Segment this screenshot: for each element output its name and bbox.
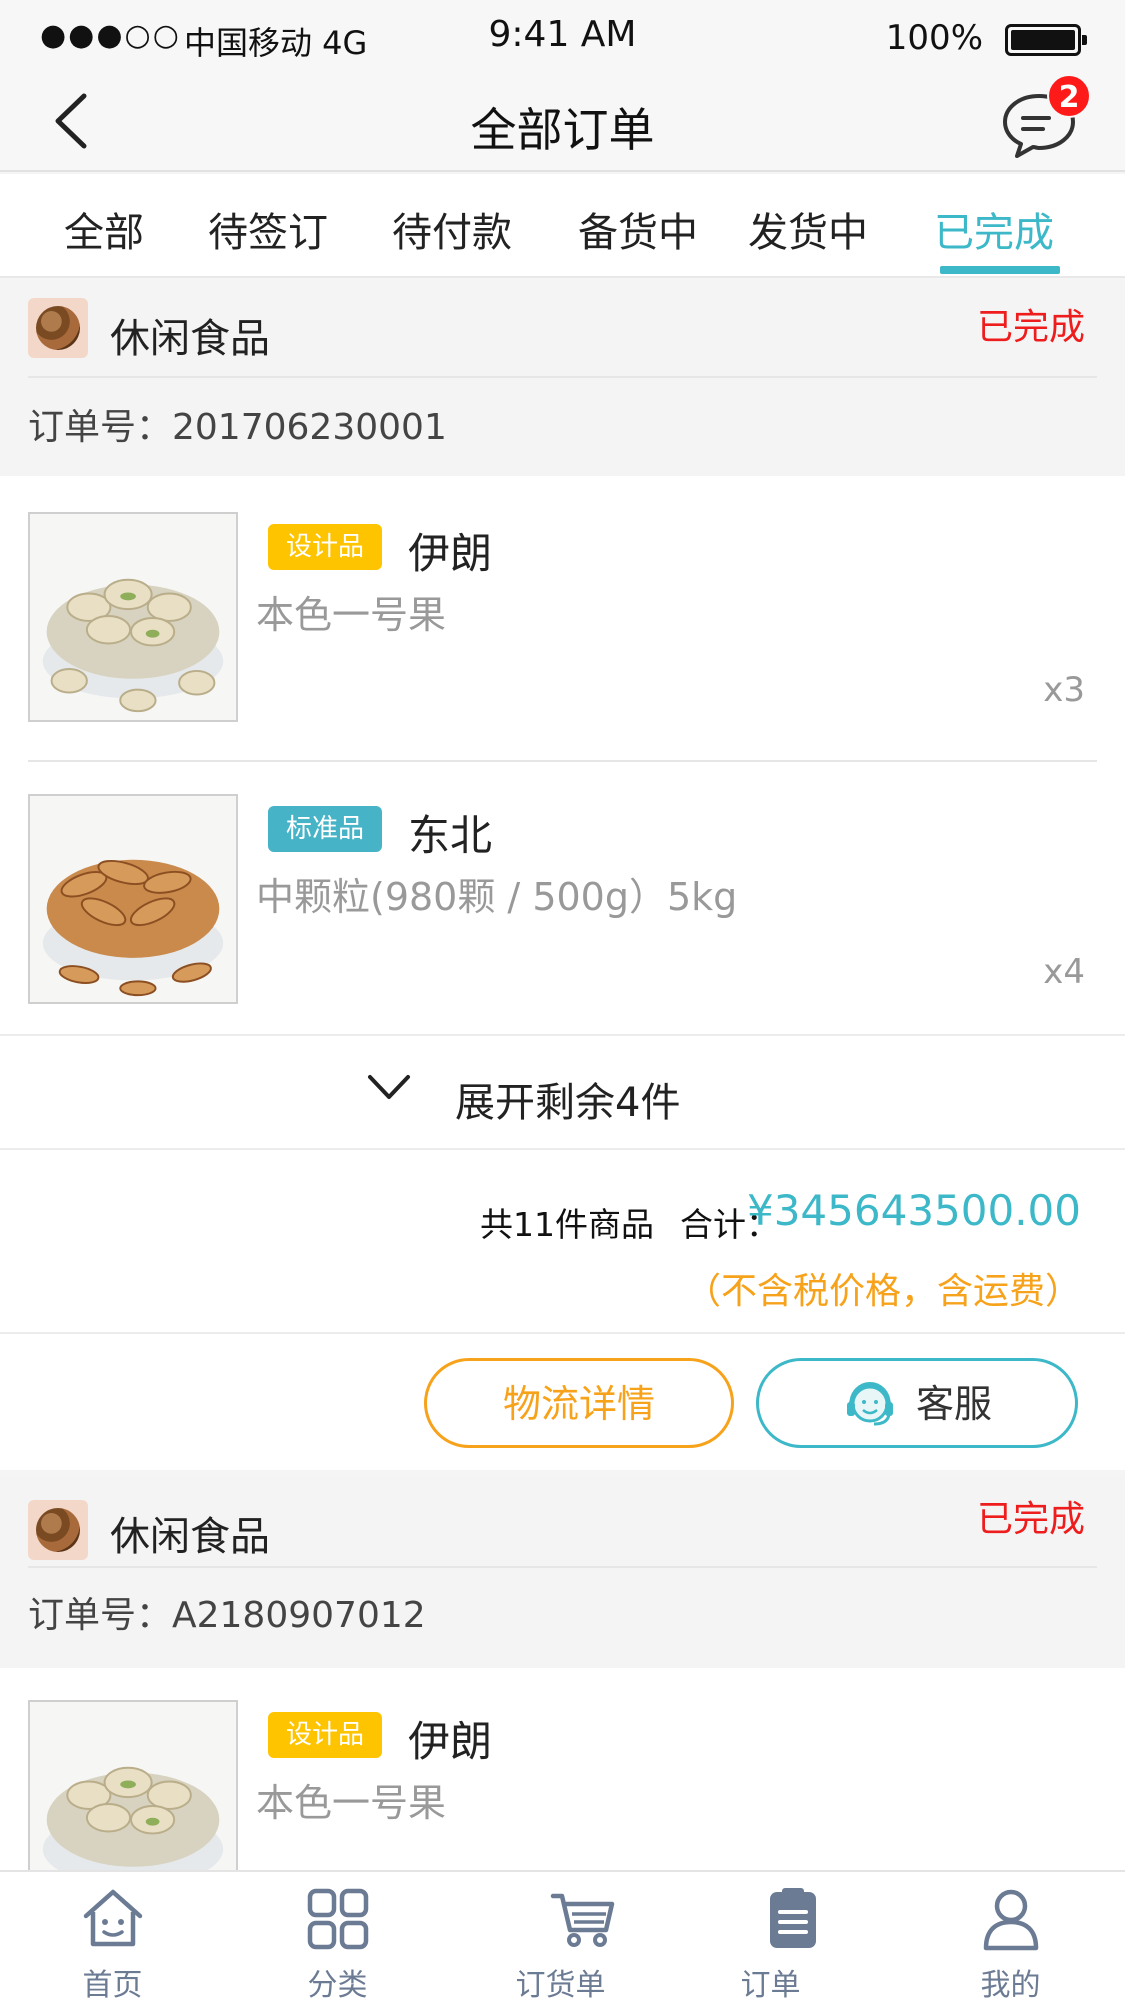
product-name: 伊朗 xyxy=(408,1717,493,1766)
product-name: 伊朗 xyxy=(408,529,493,578)
home-icon xyxy=(83,1889,143,1947)
tab-completed[interactable]: 已完成 xyxy=(934,200,1054,258)
tabbar-label: 我的 xyxy=(980,1968,1041,2003)
cart-icon xyxy=(550,1893,615,1947)
shop-name[interactable]: 休闲食品 xyxy=(110,1504,270,1562)
product-image xyxy=(28,512,238,722)
order-summary: 共11件商品 合计： ¥345643500.00 （不含税价格，含运费） xyxy=(0,1148,1125,1332)
list-item[interactable]: 标准品 东北 中颗粒(980颗 / 500g）5kg x4 xyxy=(0,794,1125,1004)
customer-service-button[interactable]: 客服 xyxy=(756,1358,1078,1448)
product-spec: 中颗粒(980颗 / 500g）5kg xyxy=(256,875,738,919)
tab-pending-sign[interactable]: 待签订 xyxy=(208,200,328,258)
divider xyxy=(28,376,1097,378)
product-tag: 设计品 xyxy=(268,524,383,570)
product-tag: 设计品 xyxy=(268,1712,383,1758)
price-note: （不含税价格，含运费） xyxy=(684,1271,1081,1312)
tabbar-label: 首页 xyxy=(82,1968,143,2003)
tabbar-label: 订单 xyxy=(740,1968,801,2003)
product-image xyxy=(28,1700,238,1870)
list-item[interactable]: 设计品 伊朗 本色一号果 xyxy=(0,1700,1125,1870)
tabbar-label: 分类 xyxy=(307,1968,368,2003)
product-name: 东北 xyxy=(408,811,493,860)
order-number: 订单号：A2180907012 xyxy=(28,1595,426,1636)
tab-pending-payment[interactable]: 待付款 xyxy=(392,200,512,258)
customer-service-label: 客服 xyxy=(915,1382,992,1426)
headset-icon xyxy=(846,1381,893,1425)
list-item[interactable]: 设计品 伊朗 本色一号果 x3 xyxy=(0,512,1125,722)
tabbar-item-profile[interactable]: 我的 xyxy=(898,1872,1123,2004)
user-icon xyxy=(983,1889,1039,1951)
order-total: ¥345643500.00 xyxy=(746,1186,1081,1235)
order-number: 订单号：201706230001 xyxy=(28,407,447,448)
order-header: 休闲食品 已完成 订单号：201706230001 xyxy=(0,280,1125,476)
divider xyxy=(28,1566,1097,1568)
message-badge: 2 xyxy=(1047,74,1091,118)
expand-label: 展开剩余4件 xyxy=(455,1080,681,1126)
category-icon xyxy=(307,1888,369,1950)
expand-remaining-button[interactable]: 展开剩余4件 xyxy=(0,1034,1125,1150)
order-items: 设计品 伊朗 本色一号果 xyxy=(0,1668,1125,1870)
order-status: 已完成 xyxy=(976,307,1085,348)
active-tab-indicator xyxy=(940,266,1060,274)
order-status-tabs: 全部 待签订 待付款 备货中 发货中 已完成 xyxy=(0,174,1125,278)
product-image xyxy=(28,794,238,1004)
tabbar-item-orders[interactable]: 订单 xyxy=(680,1872,905,2004)
product-quantity: x4 xyxy=(1043,952,1085,992)
order-status: 已完成 xyxy=(976,1499,1085,1540)
tab-shipping[interactable]: 发货中 xyxy=(748,200,868,258)
product-spec: 本色一号果 xyxy=(256,593,447,637)
tabbar-item-home[interactable]: 首页 xyxy=(0,1872,225,2004)
logistics-button[interactable]: 物流详情 xyxy=(424,1358,734,1448)
order-header: 休闲食品 已完成 订单号：A2180907012 xyxy=(0,1476,1125,1668)
page-title: 全部订单 xyxy=(470,103,655,157)
bottom-tab-bar: 首页 分类 订货单 订单 我的 xyxy=(0,1870,1125,2004)
tab-all[interactable]: 全部 xyxy=(64,200,144,258)
order-icon xyxy=(770,1888,816,1948)
order-items: 设计品 伊朗 本色一号果 x3 标准品 东北 中颗粒(980颗 / 500g）5… xyxy=(0,476,1125,1150)
battery-icon xyxy=(1005,24,1087,56)
order-actions: 物流详情 客服 xyxy=(0,1332,1125,1470)
product-quantity: x3 xyxy=(1043,670,1085,710)
battery-percent: 100% xyxy=(885,18,983,58)
status-bar: ●●●○○ 中国移动 4G 9:41 AM 100% xyxy=(0,0,1125,72)
chevron-down-icon xyxy=(368,1075,410,1099)
tab-preparing[interactable]: 备货中 xyxy=(578,200,698,258)
nav-bar: 全部订单 2 xyxy=(0,72,1125,172)
shop-name[interactable]: 休闲食品 xyxy=(110,306,270,364)
shop-logo xyxy=(28,298,88,358)
product-spec: 本色一号果 xyxy=(256,1781,447,1825)
divider xyxy=(28,760,1097,762)
tabbar-item-category[interactable]: 分类 xyxy=(225,1872,450,2004)
product-tag: 标准品 xyxy=(268,806,383,852)
item-count: 共11件商品 xyxy=(480,1205,654,1244)
tabbar-label: 订货单 xyxy=(515,1968,606,2003)
shop-logo xyxy=(28,1500,88,1560)
